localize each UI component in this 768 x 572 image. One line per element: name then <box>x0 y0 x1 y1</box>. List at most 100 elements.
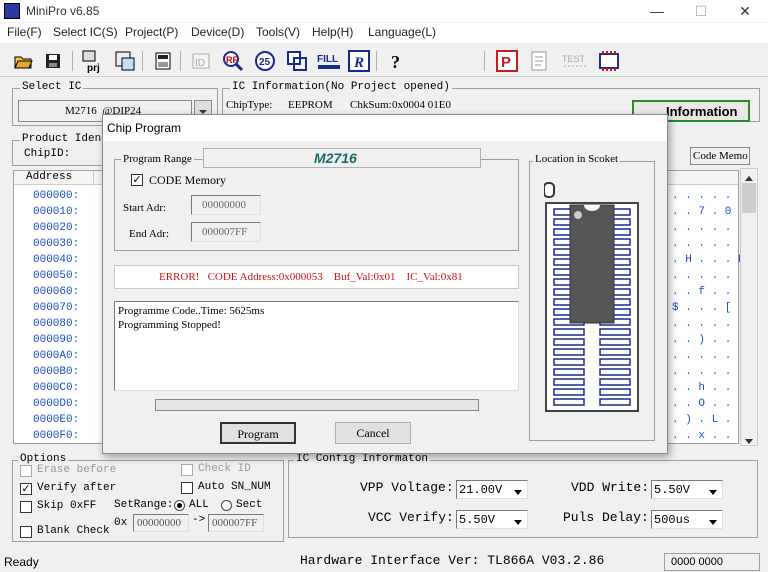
address-row: 000000: <box>33 190 80 202</box>
menu-tools[interactable]: Tools(V) <box>256 25 300 39</box>
address-row: 000090: <box>33 334 80 346</box>
verify-after-checkbox[interactable]: ✓ <box>20 483 32 495</box>
scroll-thumb[interactable] <box>742 183 756 213</box>
chevron-down-icon <box>708 516 718 530</box>
address-row: 000080: <box>33 318 80 330</box>
code-memo-button[interactable]: Code Memo <box>690 147 750 165</box>
range-all-label: ALL <box>189 499 209 511</box>
read-id-icon[interactable]: ID <box>188 48 214 74</box>
chevron-down-icon <box>708 486 718 500</box>
save-icon[interactable] <box>40 48 66 74</box>
read-icon[interactable]: RF <box>220 48 246 74</box>
chevron-down-icon <box>513 486 523 500</box>
address-row: 0000E0: <box>33 414 80 426</box>
erase-before-checkbox[interactable] <box>20 465 32 477</box>
ascii-cell: . ) . L . . <box>672 414 745 426</box>
code-memory-checkbox[interactable]: ✓ <box>131 174 143 186</box>
end-adr-input[interactable]: 000007FF <box>191 222 261 242</box>
address-row: 000030: <box>33 238 80 250</box>
error-message: ERROR! CODE Address:0x000053 Buf_Val:0x0… <box>159 271 463 283</box>
check-id-label: Check ID <box>198 463 251 475</box>
menu-file[interactable]: File(F) <box>7 25 42 39</box>
svg-text:prj: prj <box>87 63 100 73</box>
program-button[interactable]: Program <box>220 422 296 444</box>
address-row: 000050: <box>33 270 80 282</box>
status-counter: 0000 0000 <box>671 556 723 568</box>
app-icon <box>4 3 20 19</box>
open-icon[interactable] <box>10 48 36 74</box>
verify-after-label: Verify after <box>37 482 117 494</box>
close-button[interactable]: ✕ <box>722 0 768 22</box>
svg-text:TEST: TEST <box>562 54 586 64</box>
start-adr-input[interactable]: 00000000 <box>191 195 261 215</box>
menu-device[interactable]: Device(D) <box>191 25 244 39</box>
address-row: 000020: <box>33 222 80 234</box>
menu-language[interactable]: Language(L) <box>368 25 436 39</box>
status-ready: Ready <box>4 555 39 569</box>
toolbar: prj ID RF 25 FILL R ? P TEST <box>0 45 768 77</box>
status-bar: Ready Hardware Interface Ver: TL866A V03… <box>0 552 768 572</box>
ascii-cell: . . . . . <box>672 270 732 282</box>
blank-check-icon[interactable] <box>284 48 310 74</box>
vpp-select[interactable]: 21.00V <box>456 480 528 499</box>
program-icon[interactable]: P <box>494 48 520 74</box>
error-bar: ERROR! CODE Address:0x000053 Buf_Val:0x0… <box>114 265 519 289</box>
socket-location-legend: Location in Scoket <box>533 153 621 165</box>
menu-help[interactable]: Help(H) <box>312 25 353 39</box>
skip-ff-checkbox[interactable] <box>20 501 32 513</box>
image-icon[interactable] <box>112 48 138 74</box>
svg-text:?: ? <box>391 52 400 72</box>
vcc-select[interactable]: 5.50V <box>456 510 528 529</box>
address-row: 000060: <box>33 286 80 298</box>
hex-scrollbar[interactable] <box>740 168 758 446</box>
cancel-button[interactable]: Cancel <box>335 422 411 444</box>
ascii-cell: . . f . . . <box>672 286 745 298</box>
menu-project[interactable]: Project(P) <box>125 25 178 39</box>
ascii-cell: . H . . . H <box>672 254 745 266</box>
test-icon[interactable]: TEST <box>560 48 592 74</box>
ascii-cell: . . . . . <box>672 190 732 202</box>
check-id-checkbox[interactable] <box>181 464 193 476</box>
address-row: 000070: <box>33 302 80 314</box>
auto-sn-checkbox[interactable] <box>181 482 193 494</box>
verify-icon[interactable]: 25 <box>252 48 278 74</box>
puls-delay-label: Puls Delay: <box>563 510 649 525</box>
scroll-down-icon[interactable] <box>744 435 754 449</box>
menu-select-ic[interactable]: Select IC(S) <box>53 25 118 39</box>
chip-type-label: ChipType: <box>226 99 273 111</box>
minimize-button[interactable]: — <box>634 0 680 22</box>
ascii-cell: . . . . . <box>672 350 732 362</box>
ascii-cell: . . . . . <box>672 366 732 378</box>
log-line: Programming Stopped! <box>118 319 221 331</box>
encrypt-icon[interactable]: R <box>346 48 372 74</box>
device-name-banner: M2716 <box>203 148 481 168</box>
maximize-button[interactable]: ☐ <box>678 0 724 22</box>
chip-icon[interactable] <box>596 48 622 74</box>
buffer-icon[interactable] <box>150 48 176 74</box>
progress-bar <box>155 399 479 411</box>
vdd-select[interactable]: 5.50V <box>651 480 723 499</box>
range-sect-radio[interactable] <box>221 500 232 511</box>
puls-delay-select[interactable]: 500us <box>651 510 723 529</box>
address-row: 0000B0: <box>33 366 80 378</box>
window-title: MiniPro v6.85 <box>26 4 100 18</box>
chip-type-value: EEPROM <box>288 99 333 111</box>
project-icon[interactable]: prj <box>80 48 106 74</box>
chip-program-dialog: Chip Program Program Range M2716 ✓ CODE … <box>102 114 668 454</box>
vcc-label: VCC Verify: <box>368 510 454 525</box>
svg-text:FILL: FILL <box>317 54 338 65</box>
range-all-radio[interactable] <box>174 500 185 511</box>
blank-check-checkbox[interactable] <box>20 526 32 538</box>
address-row: 0000D0: <box>33 398 80 410</box>
title-bar: MiniPro v6.85 — ☐ ✕ <box>0 0 768 22</box>
range-from-input[interactable]: 00000000 <box>133 514 189 532</box>
range-to-input[interactable]: 000007FF <box>208 514 264 532</box>
set-range-label: SetRange: <box>114 499 174 511</box>
fill-icon[interactable]: FILL <box>316 48 342 74</box>
address-row: 0000C0: <box>33 382 80 394</box>
ascii-cell: . . x . . . <box>672 430 745 442</box>
address-row: 000040: <box>33 254 80 266</box>
log-icon[interactable] <box>526 48 552 74</box>
svg-text:ID: ID <box>195 58 205 69</box>
help-icon[interactable]: ? <box>384 48 410 74</box>
